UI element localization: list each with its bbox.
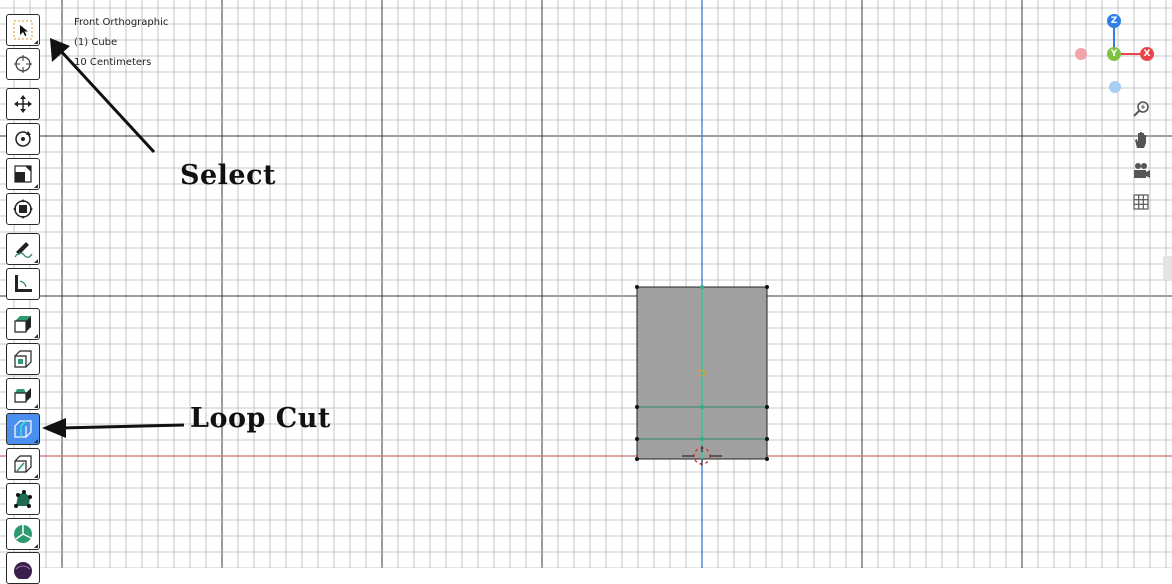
- knife-tool[interactable]: [6, 448, 40, 480]
- loop-cut-icon: [14, 420, 32, 438]
- move-tool[interactable]: [6, 88, 40, 120]
- rotate-icon: [15, 131, 31, 147]
- measure-ruler-icon: [15, 275, 32, 292]
- knife-icon: [14, 455, 32, 473]
- smooth-sphere-icon: [14, 562, 32, 579]
- spin-tool[interactable]: [6, 518, 40, 550]
- measure-tool[interactable]: [6, 268, 40, 300]
- inset-tool[interactable]: [6, 343, 40, 375]
- spin-icon: [14, 525, 32, 543]
- gizmo-neg-x-axis[interactable]: [1075, 48, 1087, 60]
- mesh-layer[interactable]: [0, 0, 1172, 568]
- select-box-tool[interactable]: [6, 14, 40, 46]
- rotate-tool[interactable]: [6, 123, 40, 155]
- extrude-cube-icon: [14, 316, 31, 333]
- smooth-tool[interactable]: [6, 552, 40, 584]
- region-scroll-handle[interactable]: [1163, 256, 1172, 280]
- navigation-gizmo[interactable]: Z Y X: [1070, 10, 1170, 100]
- loop-cut-annotation-label: Loop Cut: [190, 403, 331, 434]
- poly-build-icon: [14, 490, 32, 508]
- viewport-navigation: [1130, 98, 1154, 222]
- transform-tool[interactable]: [6, 193, 40, 225]
- cursor-tool[interactable]: [6, 48, 40, 80]
- viewport-info: Front Orthographic (1) Cube 10 Centimete…: [74, 13, 168, 73]
- cursor-select-icon: [13, 20, 33, 40]
- poly-build-tool[interactable]: [6, 483, 40, 515]
- inset-faces-icon: [14, 350, 32, 368]
- view-name-label: Front Orthographic: [74, 17, 169, 28]
- transform-icon: [13, 199, 33, 219]
- extrude-tool[interactable]: [6, 308, 40, 340]
- crosshair-cursor-icon: [14, 55, 32, 73]
- gizmo-z-axis[interactable]: Z: [1107, 14, 1121, 28]
- grid-ortho-icon[interactable]: [1130, 191, 1152, 213]
- gizmo-y-axis[interactable]: Y: [1107, 47, 1121, 61]
- 3d-viewport[interactable]: Front Orthographic (1) Cube 10 Centimete…: [0, 0, 1172, 584]
- hand-pan-icon[interactable]: [1130, 129, 1152, 151]
- camera-icon[interactable]: [1130, 160, 1152, 182]
- gizmo-x-axis[interactable]: X: [1140, 47, 1154, 61]
- scale-tool[interactable]: [6, 158, 40, 190]
- loop-cut-tool[interactable]: [6, 413, 40, 445]
- move-arrows-icon: [14, 95, 32, 113]
- zoom-icon[interactable]: [1130, 98, 1152, 120]
- select-annotation-label: Select: [180, 160, 277, 191]
- bevel-icon: [14, 388, 31, 403]
- annotate-pencil-icon: [14, 242, 33, 258]
- gizmo-neg-z-axis[interactable]: [1109, 81, 1121, 93]
- grid-scale-label: 10 Centimeters: [74, 57, 152, 68]
- bevel-tool[interactable]: [6, 378, 40, 410]
- annotate-tool[interactable]: [6, 233, 40, 265]
- object-name-label: (1) Cube: [74, 37, 118, 48]
- scale-icon: [14, 165, 32, 183]
